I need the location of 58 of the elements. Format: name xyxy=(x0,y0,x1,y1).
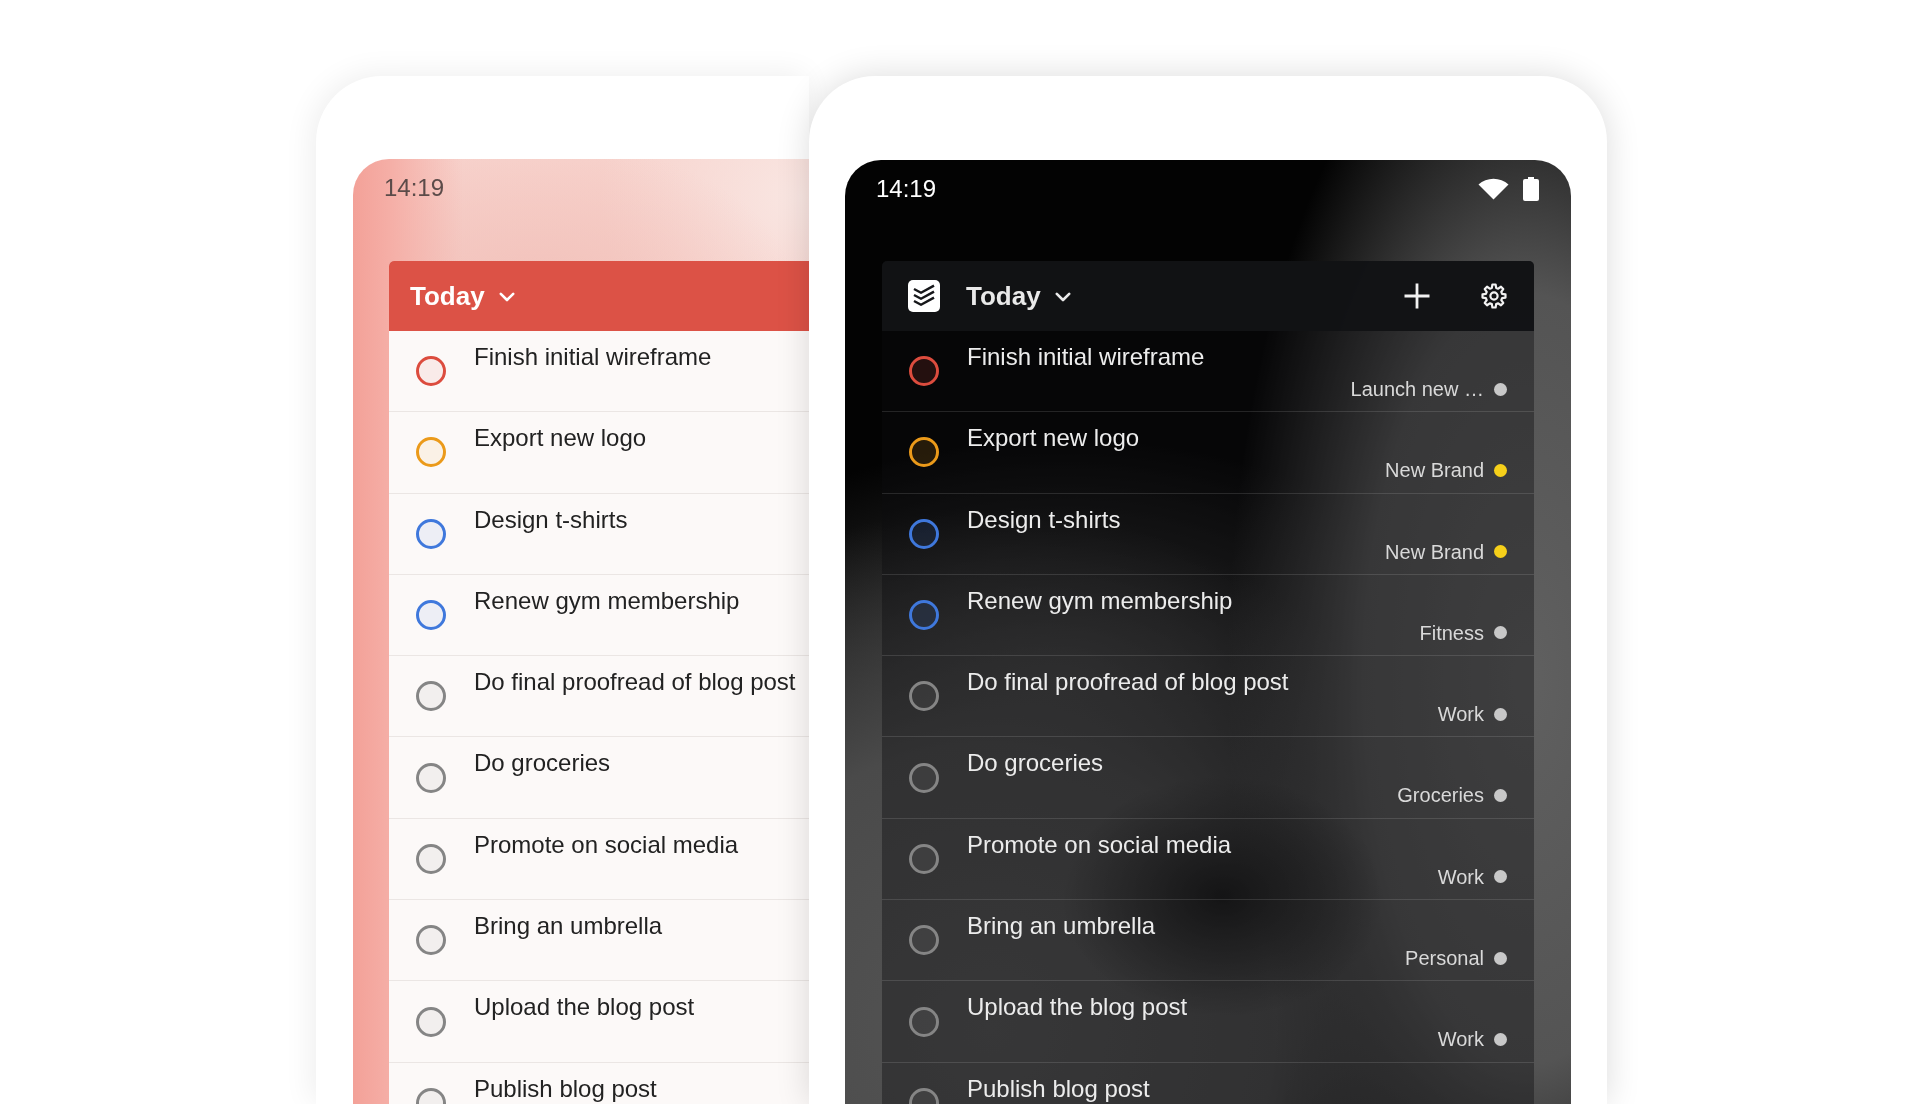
task-title: Publish blog post xyxy=(967,1073,1150,1104)
task-checkbox[interactable] xyxy=(416,518,446,549)
task-title: Do groceries xyxy=(474,748,611,779)
task-title: Upload the blog post xyxy=(474,992,695,1023)
task-title: Do final proofread of blog post xyxy=(967,667,1289,698)
task-checkbox[interactable] xyxy=(416,356,446,387)
task-title: Promote on social media xyxy=(967,829,1232,860)
project-label: Groceries xyxy=(1397,783,1484,808)
task-checkbox[interactable] xyxy=(909,1006,939,1037)
project-label: Work xyxy=(1437,1027,1484,1052)
chevron-down-icon xyxy=(1054,292,1071,302)
project-label: Personal xyxy=(1405,946,1484,971)
settings-icon[interactable] xyxy=(1481,283,1507,309)
task-checkbox[interactable] xyxy=(416,843,446,874)
task-title: Publish blog post xyxy=(474,1073,657,1104)
project-label: Launch new … xyxy=(1350,377,1484,401)
task-checkbox[interactable] xyxy=(909,518,939,549)
status-time: 14:19 xyxy=(876,175,937,203)
task-title: Design t-shirts xyxy=(967,504,1121,535)
project-label: Work xyxy=(1437,864,1484,889)
task-title: Promote on social media xyxy=(474,829,739,860)
task-title: Upload the blog post xyxy=(967,992,1188,1023)
status-time: 14:19 xyxy=(384,174,445,202)
task-checkbox[interactable] xyxy=(909,356,939,387)
list-dropdown[interactable]: Today xyxy=(410,280,515,312)
battery-icon xyxy=(1523,177,1539,201)
task-checkbox[interactable] xyxy=(909,762,939,793)
task-checkbox[interactable] xyxy=(416,1006,446,1037)
wifi-icon xyxy=(1478,178,1509,200)
task-title: Export new logo xyxy=(967,423,1140,454)
chevron-down-icon xyxy=(498,292,515,302)
plus-icon[interactable] xyxy=(1403,282,1431,310)
task-checkbox[interactable] xyxy=(909,843,939,874)
task-title: Bring an umbrella xyxy=(474,911,663,942)
project-label: New Brand xyxy=(1385,539,1484,564)
task-title: Design t-shirts xyxy=(474,504,628,535)
app-logo-icon xyxy=(908,280,940,312)
project-label: Fitness xyxy=(1419,620,1484,645)
task-checkbox[interactable] xyxy=(416,925,446,956)
project-label: New Brand xyxy=(1385,458,1484,483)
task-title: Do groceries xyxy=(967,748,1104,779)
task-checkbox[interactable] xyxy=(416,762,446,793)
task-checkbox[interactable] xyxy=(416,681,446,712)
task-title: Finish initial wireframe xyxy=(967,342,1205,372)
project-label: Work xyxy=(1437,702,1484,727)
list-dropdown[interactable]: Today xyxy=(966,280,1071,312)
task-checkbox[interactable] xyxy=(909,681,939,712)
task-checkbox[interactable] xyxy=(909,437,939,468)
task-title: Renew gym membership xyxy=(967,585,1233,616)
task-title: Bring an umbrella xyxy=(967,911,1156,942)
task-checkbox[interactable] xyxy=(416,437,446,468)
task-title: Finish initial wireframe xyxy=(474,342,712,372)
task-checkbox[interactable] xyxy=(416,600,446,631)
task-checkbox[interactable] xyxy=(909,600,939,631)
task-title: Renew gym membership xyxy=(474,585,740,616)
task-title: Export new logo xyxy=(474,423,647,454)
task-checkbox[interactable] xyxy=(909,925,939,956)
task-title: Do final proofread of blog post xyxy=(474,667,796,698)
